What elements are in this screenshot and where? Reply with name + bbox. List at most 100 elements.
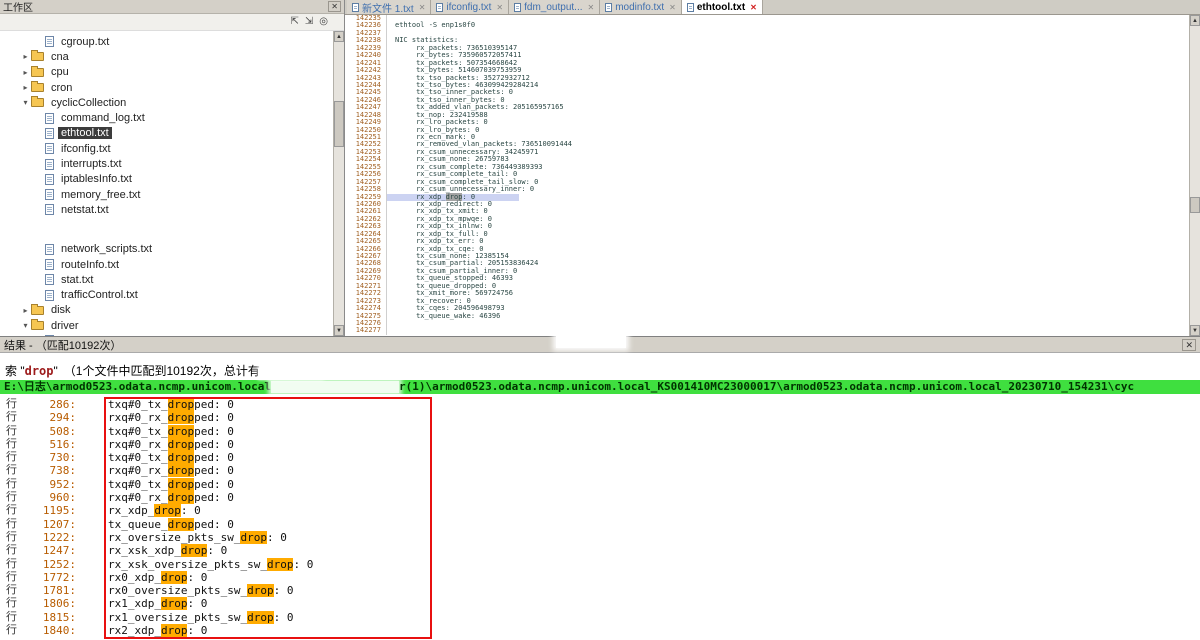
- result-line-label: 行: [6, 504, 24, 517]
- editor-line: 142272 tx_xmit_more: 569724756: [345, 290, 1189, 297]
- tab-close-icon[interactable]: ✕: [750, 3, 757, 12]
- tree-item-driver[interactable]: ▾driver: [0, 318, 344, 333]
- result-row-line-730[interactable]: 行730:txq#0_tx_dropped: 0: [0, 451, 1200, 464]
- editor-window: 工作区 ✕ ⇱ ⇲ ◎ cgroup.txt▸cna▸cpu▸cron▾cycl…: [0, 0, 1200, 640]
- result-row-line-952[interactable]: 行952:txq#0_tx_dropped: 0: [0, 478, 1200, 491]
- expand-all-icon[interactable]: ⇱: [290, 16, 298, 28]
- result-row-line-294[interactable]: 行294:rxq#0_rx_dropped: 0: [0, 411, 1200, 424]
- result-line-label: 行: [6, 411, 24, 424]
- tree-item-label: cron: [48, 82, 75, 94]
- result-line-label: 行: [6, 451, 24, 464]
- file-icon: [45, 189, 54, 200]
- file-icon: [45, 128, 54, 139]
- editor-scrollbar[interactable]: ▲ ▼: [1189, 15, 1200, 336]
- tree-item-cgroup.txt[interactable]: cgroup.txt: [0, 34, 344, 49]
- tree-item-memory_free.txt[interactable]: memory_free.txt: [0, 187, 344, 202]
- result-file-path[interactable]: E:\日志\armod0523.odata.ncmp.unicom.localr…: [0, 380, 1200, 394]
- tab-close-icon[interactable]: ✕: [419, 3, 426, 12]
- editor[interactable]: 142235142236ethtool -S enp1s0f0142237142…: [345, 15, 1189, 336]
- tree-item-label: command_log.txt: [58, 112, 148, 124]
- tab-modinfo.txt[interactable]: modinfo.txt✕: [600, 0, 682, 14]
- tree-item-routeInfo.txt[interactable]: routeInfo.txt: [0, 257, 344, 272]
- tree-toggle-icon[interactable]: ▸: [20, 306, 31, 315]
- folder-icon: [31, 83, 44, 92]
- tree-item-label: cyclicCollection: [48, 97, 129, 109]
- tree-item-trafficControl.txt[interactable]: trafficControl.txt: [0, 287, 344, 302]
- tree-item-cron[interactable]: ▸ cron: [0, 80, 344, 95]
- results-close-icon[interactable]: ✕: [1182, 339, 1196, 351]
- tab-label: 新文件 1.txt: [362, 0, 414, 15]
- tab-close-icon[interactable]: ✕: [496, 3, 503, 12]
- result-line-label: 行: [6, 558, 24, 571]
- result-row-line-738[interactable]: 行738:rxq#0_rx_dropped: 0: [0, 464, 1200, 477]
- tree-toggle-icon[interactable]: ▾: [20, 98, 31, 107]
- tree-item-label: disk: [48, 304, 74, 316]
- result-line-label: 行: [6, 531, 24, 544]
- result-row-line-1772[interactable]: 行1772:rx0_xdp_drop: 0: [0, 571, 1200, 584]
- result-row-line-516[interactable]: 行516:rxq#0_rx_dropped: 0: [0, 438, 1200, 451]
- tree-item-cpu[interactable]: ▸ cpu: [0, 65, 344, 80]
- result-row-line-1195[interactable]: 行1195:rx_xdp_drop: 0: [0, 504, 1200, 517]
- collapse-all-icon[interactable]: ⇲: [305, 16, 313, 28]
- tab-close-icon[interactable]: ✕: [588, 3, 595, 12]
- tree-item-command_log.txt[interactable]: command_log.txt: [0, 110, 344, 125]
- scroll-down-icon[interactable]: ▼: [1190, 325, 1200, 336]
- tree-toggle-icon[interactable]: ▾: [20, 321, 31, 330]
- tree-item-ifconfig.txt[interactable]: ifconfig.txt: [0, 141, 344, 156]
- workspace-close-icon[interactable]: ✕: [328, 1, 341, 12]
- tree-item-ethtool.txt[interactable]: ethtool.txt: [0, 126, 344, 141]
- result-row-line-1840[interactable]: 行1840:rx2_xdp_drop: 0: [0, 624, 1200, 637]
- tree-toggle-icon[interactable]: ▸: [20, 83, 31, 92]
- result-row-line-1207[interactable]: 行1207:tx_queue_dropped: 0: [0, 518, 1200, 531]
- tree-item-cyclicCollection[interactable]: ▾ cyclicCollection: [0, 95, 344, 110]
- result-line-number: 738:: [24, 464, 76, 477]
- tree-item-label: routeInfo.txt: [58, 259, 122, 271]
- workspace-title: 工作区: [3, 0, 33, 14]
- tree-item-interrupts.txt[interactable]: interrupts.txt: [0, 156, 344, 171]
- tab-fdm_output...[interactable]: fdm_output...✕: [509, 0, 600, 14]
- tree-item-lsmod.txt[interactable]: lsmod.txt: [0, 333, 344, 336]
- result-row-line-1252[interactable]: 行1252:rx_xsk_oversize_pkts_sw_drop: 0: [0, 558, 1200, 571]
- tree-item-cna[interactable]: ▸cna: [0, 49, 344, 64]
- tab-ifconfig.txt[interactable]: ifconfig.txt✕: [431, 0, 509, 14]
- file-icon: [45, 244, 54, 255]
- result-match-text: tx_queue_dropped: 0: [108, 518, 234, 531]
- file-icon: [45, 113, 54, 124]
- result-row-line-1781[interactable]: 行1781:rx0_oversize_pkts_sw_drop: 0: [0, 584, 1200, 597]
- tree-item-iptablesInfo.txt[interactable]: iptablesInfo.txt: [0, 172, 344, 187]
- folder-icon: [31, 306, 44, 315]
- tree-item-stat.txt[interactable]: stat.txt: [0, 272, 344, 287]
- tree-item-label: netstat.txt: [58, 204, 112, 216]
- result-row-line-960[interactable]: 行960:rxq#0_rx_dropped: 0: [0, 491, 1200, 504]
- tab-新文件 1.txt[interactable]: 新文件 1.txt ✕: [347, 0, 431, 14]
- tree-item-netstat.txt[interactable]: netstat.txt: [0, 202, 344, 217]
- path-part-1: E:\日志\armod0523.odata.ncmp.unicom.local: [4, 380, 271, 393]
- tree-toggle-icon[interactable]: ▸: [20, 68, 31, 77]
- tab-ethtool.txt[interactable]: ethtool.txt✕: [682, 0, 763, 14]
- file-icon: [45, 143, 54, 154]
- result-row-line-1222[interactable]: 行1222:rx_oversize_pkts_sw_drop: 0: [0, 531, 1200, 544]
- tree-item-label: cpu: [48, 66, 72, 78]
- result-row-line-1247[interactable]: 行1247:rx_xsk_xdp_drop: 0: [0, 544, 1200, 557]
- scroll-up-icon[interactable]: ▲: [1190, 15, 1200, 26]
- workspace-scrollbar[interactable]: ▲ ▼: [333, 31, 344, 336]
- result-line-number: 508:: [24, 425, 76, 438]
- search-results-panel: 结果 - （匹配10192次） ✕ 索 "drop" （1个文件中匹配到1019…: [0, 336, 1200, 640]
- result-match-text: rx0_oversize_pkts_sw_drop: 0: [108, 584, 293, 597]
- line-number: 142277: [345, 327, 387, 334]
- tree-item-disk[interactable]: ▸ disk: [0, 303, 344, 318]
- scrollbar-thumb[interactable]: [334, 101, 344, 147]
- file-icon: [45, 36, 54, 47]
- result-row-line-508[interactable]: 行508:txq#0_tx_dropped: 0: [0, 425, 1200, 438]
- sync-with-document-icon[interactable]: ◎: [319, 16, 328, 28]
- result-row-line-1806[interactable]: 行1806:rx1_xdp_drop: 0: [0, 597, 1200, 610]
- scroll-up-icon[interactable]: ▲: [334, 31, 344, 42]
- tab-close-icon[interactable]: ✕: [669, 3, 676, 12]
- tree-toggle-icon[interactable]: ▸: [20, 52, 31, 61]
- tree-item-network_scripts.txt[interactable]: network_scripts.txt: [0, 242, 344, 257]
- result-row-line-286[interactable]: 行286:txq#0_tx_dropped: 0: [0, 398, 1200, 411]
- scrollbar-thumb[interactable]: [1190, 197, 1200, 213]
- result-match-text: rx_oversize_pkts_sw_drop: 0: [108, 531, 287, 544]
- result-row-line-1815[interactable]: 行1815:rx1_oversize_pkts_sw_drop: 0: [0, 611, 1200, 624]
- scroll-down-icon[interactable]: ▼: [334, 325, 344, 336]
